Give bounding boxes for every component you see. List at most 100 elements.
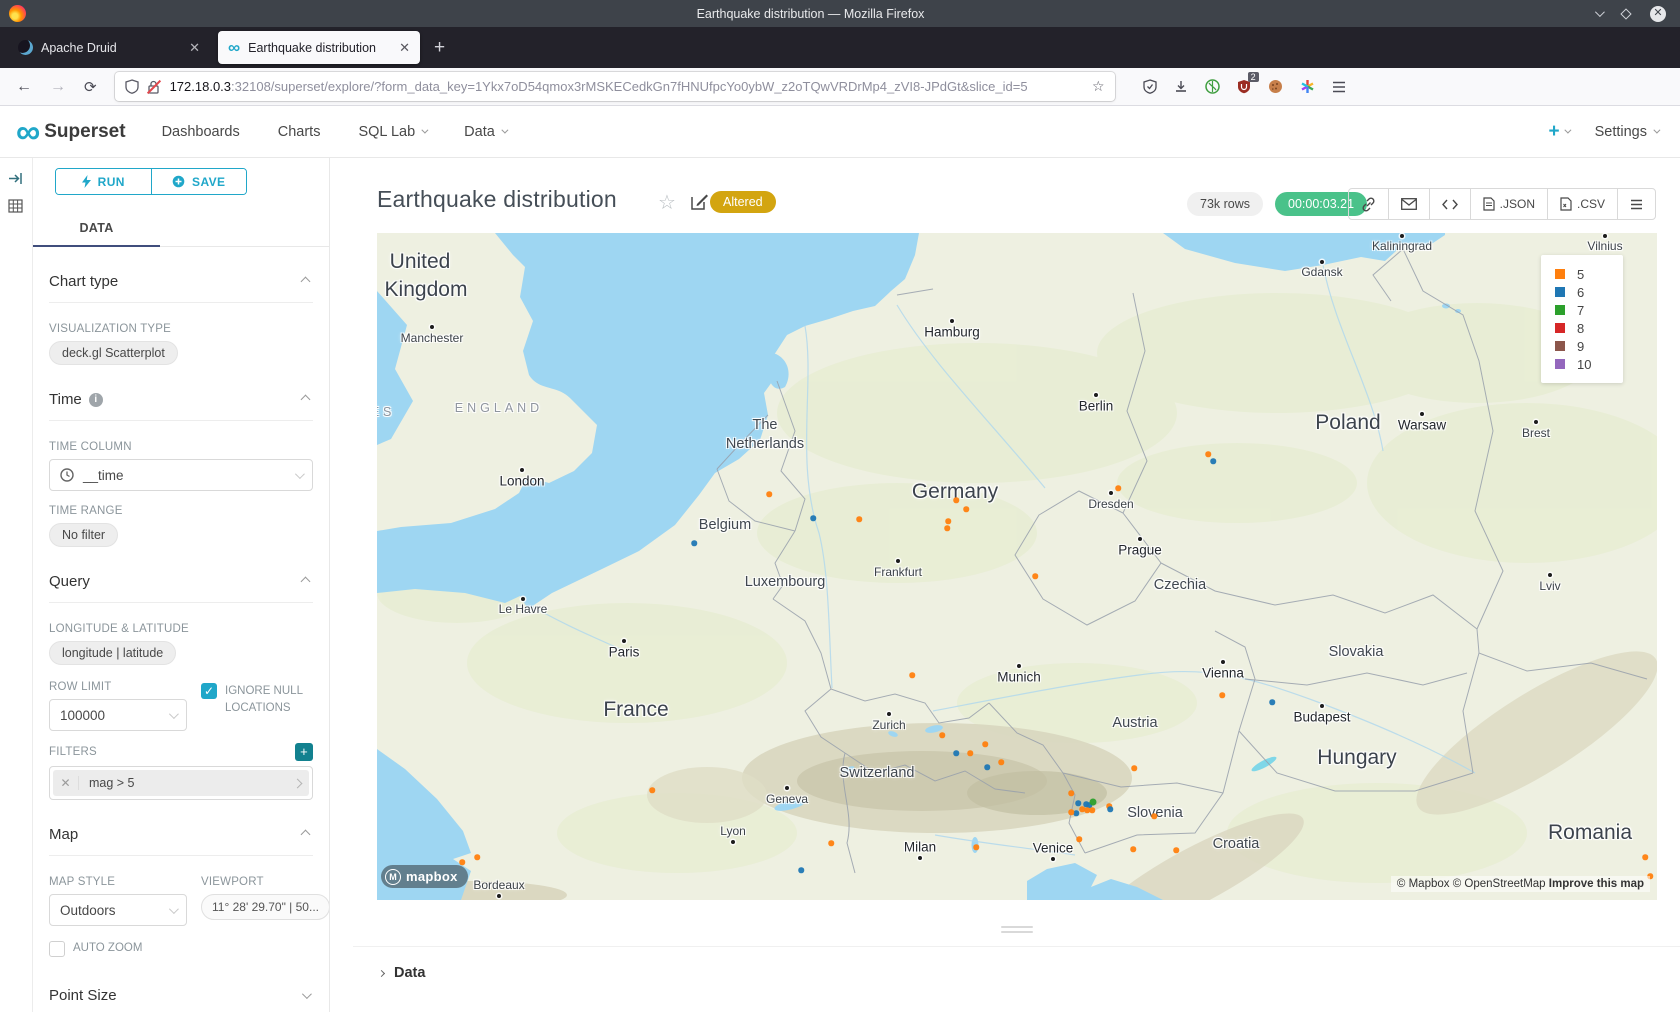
more-options-button[interactable] [1618, 189, 1655, 219]
earthquake-point-mag-5[interactable] [828, 840, 834, 846]
earthquake-point-mag-6[interactable] [953, 750, 959, 756]
pocket-shield-icon[interactable] [1143, 79, 1157, 94]
earthquake-point-mag-6[interactable] [1269, 699, 1275, 705]
earthquake-point-mag-5[interactable] [1089, 807, 1095, 813]
time-range-value[interactable]: No filter [49, 523, 118, 547]
deckgl-scatterplot-map[interactable]: UnitedKingdomENGLANDESManchesterLondonTh… [377, 233, 1657, 900]
viewport-value[interactable]: 11° 28' 29.70" | 50... [201, 894, 330, 920]
forward-button[interactable]: → [50, 78, 66, 96]
ignore-null-checkbox[interactable]: ✓ [201, 683, 217, 699]
expand-filter-icon[interactable] [285, 780, 309, 787]
earthquake-point-mag-5[interactable] [1131, 765, 1137, 771]
insecure-lock-icon[interactable] [147, 80, 160, 94]
edit-properties-icon[interactable] [691, 193, 708, 210]
dataset-grid-icon[interactable] [8, 199, 32, 213]
section-map[interactable]: Map [49, 800, 313, 856]
altered-badge[interactable]: Altered [710, 191, 776, 213]
superset-logo[interactable]: ∞ Superset [16, 117, 126, 147]
mapbox-logo[interactable]: M mapbox [381, 865, 468, 888]
legend-entry[interactable]: 6 [1555, 283, 1623, 301]
earthquake-point-mag-5[interactable] [1076, 836, 1082, 842]
earthquake-point-mag-5[interactable] [459, 859, 465, 865]
copy-link-button[interactable] [1349, 189, 1389, 219]
settings-menu[interactable]: Settings [1595, 124, 1658, 140]
earthquake-point-mag-5[interactable] [945, 518, 951, 524]
viz-type-value[interactable]: deck.gl Scatterplot [49, 341, 178, 365]
earthquake-point-mag-5[interactable] [1130, 846, 1136, 852]
tracking-protection-icon[interactable] [125, 79, 139, 94]
earthquake-point-mag-7[interactable] [1090, 799, 1097, 806]
legend-entry[interactable]: 10 [1555, 355, 1623, 373]
earthquake-point-mag-6[interactable] [798, 867, 804, 873]
earthquake-point-mag-5[interactable] [856, 516, 862, 522]
nav-item-sql-lab[interactable]: SQL Lab [358, 124, 426, 140]
embed-code-button[interactable] [1430, 189, 1471, 219]
earthquake-point-mag-5[interactable] [1068, 790, 1074, 796]
nav-item-charts[interactable]: Charts [278, 124, 321, 140]
earthquake-point-mag-5[interactable] [982, 741, 988, 747]
earthquake-point-mag-5[interactable] [963, 506, 969, 512]
pinwheel-extension-icon[interactable] [1300, 79, 1315, 94]
expand-panel-icon[interactable] [8, 172, 32, 185]
section-time[interactable]: Time i [49, 365, 313, 421]
earthquake-point-mag-5[interactable] [1642, 854, 1648, 860]
url-bar[interactable]: 172.18.0.3:32108/superset/explore/?form_… [115, 72, 1115, 101]
earthquake-point-mag-5[interactable] [967, 750, 973, 756]
earthquake-point-mag-5[interactable] [474, 854, 480, 860]
nav-item-dashboards[interactable]: Dashboards [162, 124, 240, 140]
earthquake-point-mag-5[interactable] [1068, 809, 1074, 815]
earthquake-point-mag-6[interactable] [810, 515, 816, 521]
earthquake-point-mag-6[interactable] [691, 540, 697, 546]
earthquake-point-mag-5[interactable] [1115, 485, 1121, 491]
earthquake-point-mag-5[interactable] [1032, 573, 1038, 579]
earthquake-point-mag-5[interactable] [939, 732, 945, 738]
back-button[interactable]: ← [16, 78, 32, 96]
tab-data[interactable]: DATA [33, 211, 160, 247]
window-minimize-icon[interactable] [1595, 7, 1605, 17]
earthquake-point-mag-5[interactable] [1151, 813, 1157, 819]
new-tab-button[interactable]: + [434, 37, 445, 59]
earthquake-point-mag-5[interactable] [909, 672, 915, 678]
section-point-size[interactable]: Point Size [49, 957, 313, 1012]
legend-entry[interactable]: 5 [1555, 265, 1623, 283]
osm-attribution-link[interactable]: © OpenStreetMap [1453, 878, 1546, 890]
window-maximize-icon[interactable] [1620, 8, 1631, 19]
nav-item-data[interactable]: Data [464, 124, 506, 140]
reload-button[interactable]: ⟳ [84, 78, 97, 96]
tab-earthquake-distribution[interactable]: ∞ Earthquake distribution ✕ [218, 31, 420, 64]
earthquake-point-mag-5[interactable] [944, 525, 950, 531]
earthquake-point-mag-6[interactable] [1073, 810, 1079, 816]
hamburger-menu-icon[interactable] [1332, 81, 1346, 93]
tab-close-icon[interactable]: ✕ [189, 40, 200, 56]
earthquake-point-mag-5[interactable] [1205, 451, 1211, 457]
save-button[interactable]: SAVE [151, 169, 247, 194]
section-query[interactable]: Query [49, 547, 313, 603]
panel-drag-handle[interactable] [1001, 926, 1033, 936]
export-json-button[interactable]: .JSON [1471, 189, 1548, 219]
map-style-select[interactable]: Outdoors [49, 894, 187, 926]
mapbox-attribution-link[interactable]: © Mapbox [1397, 878, 1450, 890]
remove-filter-icon[interactable]: ✕ [53, 776, 79, 790]
earthquake-point-mag-5[interactable] [649, 787, 655, 793]
auto-zoom-checkbox[interactable] [49, 941, 65, 957]
earthquake-point-mag-5[interactable] [1219, 692, 1225, 698]
favorite-star-icon[interactable]: ☆ [658, 190, 676, 215]
data-collapse-row[interactable]: Data [353, 946, 1680, 981]
lonlat-value[interactable]: longitude | latitude [49, 641, 176, 665]
earthquake-point-mag-6[interactable] [984, 764, 990, 770]
section-chart-type[interactable]: Chart type [49, 247, 313, 303]
earthquake-point-mag-5[interactable] [766, 491, 772, 497]
window-close-icon[interactable]: ✕ [1650, 6, 1666, 22]
time-column-select[interactable]: __time [49, 459, 313, 491]
earthquake-point-mag-5[interactable] [998, 759, 1004, 765]
earthquake-point-mag-5[interactable] [1173, 847, 1179, 853]
legend-entry[interactable]: 8 [1555, 319, 1623, 337]
bookmark-star-icon[interactable]: ☆ [1092, 78, 1105, 95]
extension-green-icon[interactable] [1205, 79, 1220, 94]
earthquake-point-mag-6[interactable] [1107, 806, 1113, 812]
improve-map-link[interactable]: Improve this map [1549, 878, 1644, 890]
tab-apache-druid[interactable]: Apache Druid ✕ [8, 31, 210, 64]
earthquake-point-mag-6[interactable] [1075, 800, 1081, 806]
ublock-icon[interactable]: 2 [1237, 79, 1251, 94]
legend-entry[interactable]: 7 [1555, 301, 1623, 319]
